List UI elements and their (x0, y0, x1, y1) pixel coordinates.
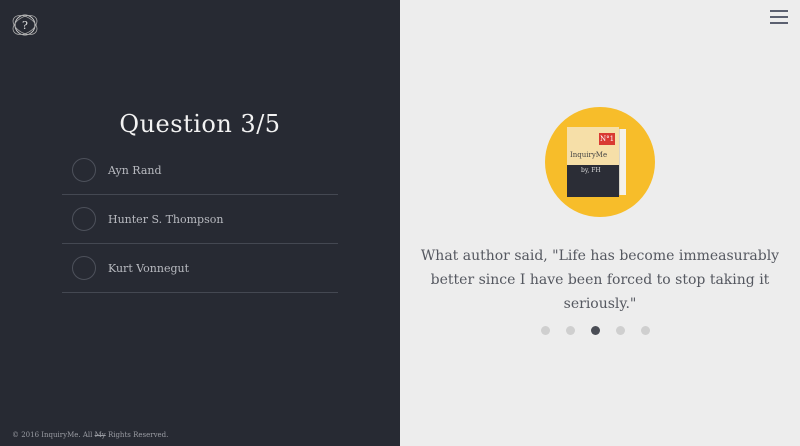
question-panel (400, 0, 800, 446)
copyright-footer: © 2016 InquiryMe. All My Rights Reserved… (12, 431, 168, 439)
quiz-panel: ? Question 3/5 Ayn Rand Hunter S. Thomps… (0, 0, 400, 446)
hamburger-menu-icon[interactable] (770, 10, 788, 24)
book-author-label: by, FH (581, 167, 601, 174)
pagination-dots (541, 326, 650, 335)
svg-text:?: ? (22, 19, 28, 32)
book-title-label: InquiryMe (570, 151, 608, 159)
answer-option[interactable]: Hunter S. Thompson (62, 195, 338, 244)
radio-circle-icon[interactable] (72, 256, 96, 280)
answer-label: Kurt Vonnegut (108, 261, 190, 275)
question-text: What author said, "Life has become immea… (420, 248, 780, 312)
book-number-label: N°1 (599, 133, 615, 145)
answer-label: Ayn Rand (108, 163, 162, 177)
footer-text-before: © 2016 InquiryMe. All (12, 431, 95, 439)
answer-option[interactable]: Kurt Vonnegut (62, 244, 338, 293)
footer-text-after: Rights Reserved. (105, 431, 169, 439)
answer-options: Ayn Rand Hunter S. Thompson Kurt Vonnegu… (62, 146, 338, 293)
book-icon: N°1 InquiryMe by, FH (567, 127, 626, 199)
book-illustration: N°1 InquiryMe by, FH (545, 107, 655, 217)
question-counter: Question 3/5 (119, 110, 281, 138)
pagination-dot[interactable] (616, 326, 625, 335)
answer-label: Hunter S. Thompson (108, 212, 224, 226)
pagination-dot[interactable] (641, 326, 650, 335)
pagination-dot[interactable] (541, 326, 550, 335)
radio-circle-icon[interactable] (72, 207, 96, 231)
question-mark-logo-icon[interactable]: ? (10, 10, 40, 40)
radio-circle-icon[interactable] (72, 158, 96, 182)
footer-strike: My (94, 431, 106, 439)
pagination-dot-active[interactable] (591, 326, 600, 335)
pagination-dot[interactable] (566, 326, 575, 335)
answer-option[interactable]: Ayn Rand (62, 146, 338, 195)
